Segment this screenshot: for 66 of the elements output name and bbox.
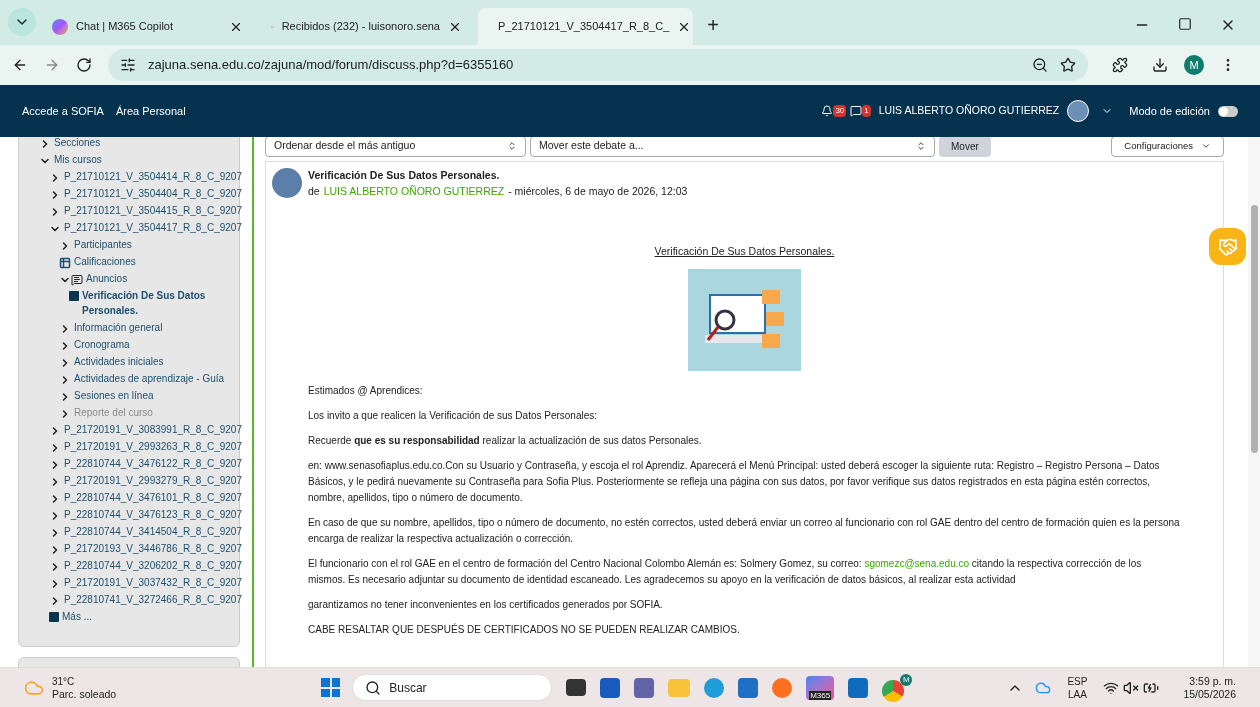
browser-tab[interactable]: P_21710121_V_3504417_R_8_C_ [478,8,693,45]
language-label[interactable]: ESP [1067,674,1088,688]
post-paragraph: Estimados @ Aprendices: [308,384,424,399]
tree-item[interactable]: P_21720191_V_3037432_R_8_C_9207 [64,575,242,590]
tree-item[interactable]: Sesiones en línea [74,388,154,403]
tree-item[interactable]: Cronograma [74,337,130,352]
post-by: de [308,183,320,199]
tree-item[interactable]: P_21720191_V_3083991_R_8_C_9207 [64,422,242,437]
sort-select[interactable]: Ordenar desde el más antiguo [265,137,526,157]
profile-avatar[interactable]: M [1184,55,1204,75]
tree-item[interactable]: P_22810744_V_3414504_R_8_C_9207 [64,524,242,539]
tree-item[interactable]: P_21710121_V_3504417_R_8_C_9207 [64,220,242,235]
move-button[interactable]: Mover [939,137,991,157]
tree-item[interactable]: P_22810741_V_3272466_R_8_C_9207 [64,592,242,607]
clock-date[interactable]: 15/05/2026 [1183,687,1236,701]
post-subject: Verificación De Sus Datos Personales. [308,168,501,183]
post-heading: Verificación De Sus Datos Personales. [654,243,835,259]
new-tab-button[interactable]: + [701,15,725,35]
user-name[interactable]: LUIS ALBERTO OÑORO GUTIERREZ [878,103,1060,119]
tab-title: Recibidos (232) - luisonoro.sena [281,19,440,35]
tree-item[interactable]: P_21710121_V_3504415_R_8_C_9207 [64,203,242,218]
post-paragraph: Los invito a que realicen la Verificación de sus Datos Personales: [308,409,599,424]
copilot-app-icon[interactable]: M365 [806,675,835,700]
nav-link[interactable]: Accede a SOFIA [22,102,104,120]
tree-item[interactable]: Anuncios [86,271,128,286]
nav-link[interactable]: Área Personal [115,102,186,120]
tree-item[interactable]: Verificación De Sus Datos Personales. [82,288,232,318]
settings-dropdown[interactable]: Configuraciones [1111,137,1224,157]
tree-item[interactable]: P_22810744_V_3476123_R_8_C_9207 [64,507,242,522]
tree-item[interactable]: P_21710121_V_3504414_R_8_C_9207 [64,169,242,184]
tree-item[interactable]: Actividades iniciales [74,354,164,369]
post-date: - miércoles, 6 de mayo de 2026, 12:03 [508,183,688,199]
tree-item[interactable]: Participantes [74,237,132,252]
tree-item[interactable]: Actividades de aprendizaje - Guía [74,371,225,386]
clock-time[interactable]: 3:59 p. m. [1189,674,1236,688]
tree-item[interactable]: Secciones [54,137,101,150]
tab-title: P_21710121_V_3504417_R_8_C_ [498,19,670,35]
tree-item[interactable]: P_22810744_V_3476122_R_8_C_9207 [64,456,242,471]
move-select[interactable]: Mover este debate a... [530,137,935,157]
post-paragraph: CABE RESALTAR QUE DESPUÉS DE CERTIFICADOS NO SE PUEDEN REALIZAR CAMBIOS. [308,622,741,638]
post-paragraph: El funcionario con el rol GAE en el centro de formación del Centro Nacional Colombo Alemán es: Solmery Gomez, su correo: sgomezc@sena.edu.co citando la respectiva corrección de los mismos. Es necesario adjuntar su documento de identidad escaneado. Les agradecemos su apoyo en la verificación de datos básicos, al realizar esta actividad [308,557,1143,588]
message-count: 1 [862,105,871,117]
edit-mode-label: Modo de edición [1129,103,1210,119]
tree-item[interactable]: P_21720191_V_2993263_R_8_C_9207 [64,439,242,454]
tree-item[interactable]: P_22810744_V_3476101_R_8_C_9207 [64,490,242,505]
tree-item[interactable]: Más ... [62,609,92,624]
tree-item[interactable]: P_21720191_V_2993279_R_8_C_9207 [64,473,242,488]
browser-tab[interactable]: Chat | M365 Copilot [40,8,255,45]
tree-item[interactable]: P_21720193_V_3446786_R_8_C_9207 [64,541,242,556]
browser-tab[interactable]: Recibidos (232) - luisonoro.sena [259,8,474,45]
post-paragraph: Recuerde que es su responsabilidad realizar la actualización de sus datos Personales. [308,434,703,449]
tree-item[interactable]: Calificaciones [74,254,136,269]
post-paragraph: garantizamos no tener inconvenientes en los certificados generados por SOFIA. [308,598,664,613]
layout-label[interactable]: LAA [1067,687,1087,701]
tree-item[interactable]: Información general [74,320,163,335]
tree-item[interactable]: Mis cursos [54,152,102,167]
tree-item[interactable]: P_21710121_V_3504404_R_8_C_9207 [64,186,242,201]
weather-temp: 31°C [52,674,76,688]
taskbar-search-field[interactable]: Buscar [352,674,553,701]
post-paragraph: en: www.senasofiaplus.edu.co.Con su Usuario y Contraseña, y escoja el rol Aprendiz. Aparecerá el Menú Principal: usted deberá escoger la siguiente ruta: Registro – Registro Persona – Datos Básicos, y le pedirá nuevamente su Contraseña para Sofia Plus. Posteriormente se refleja una página con sus datos, por favor verifique sus datos registrados en esta página estén correctos, nombre, apellidos, tipo o número de documento. [308,459,1161,506]
address-field[interactable]: zajuna.sena.edu.co/zajuna/mod/forum/discuss.php?d=6355160 [108,49,1088,81]
weather-desc: Parc. soleado [52,687,117,701]
tree-item[interactable]: P_22810744_V_3206202_R_8_C_9207 [64,558,242,573]
post-paragraph: En caso de que su nombre, apellidos, tipo o número de documento, no estén correctos, usted deberá enviar un correo al funcionario con rol GAE dentro del centro de formación quien es la persona encarga de realizar la respectiva actualización o corrección. [308,516,1181,547]
tab-title: Chat | M365 Copilot [76,19,175,35]
notification-count: 30 [833,105,847,117]
